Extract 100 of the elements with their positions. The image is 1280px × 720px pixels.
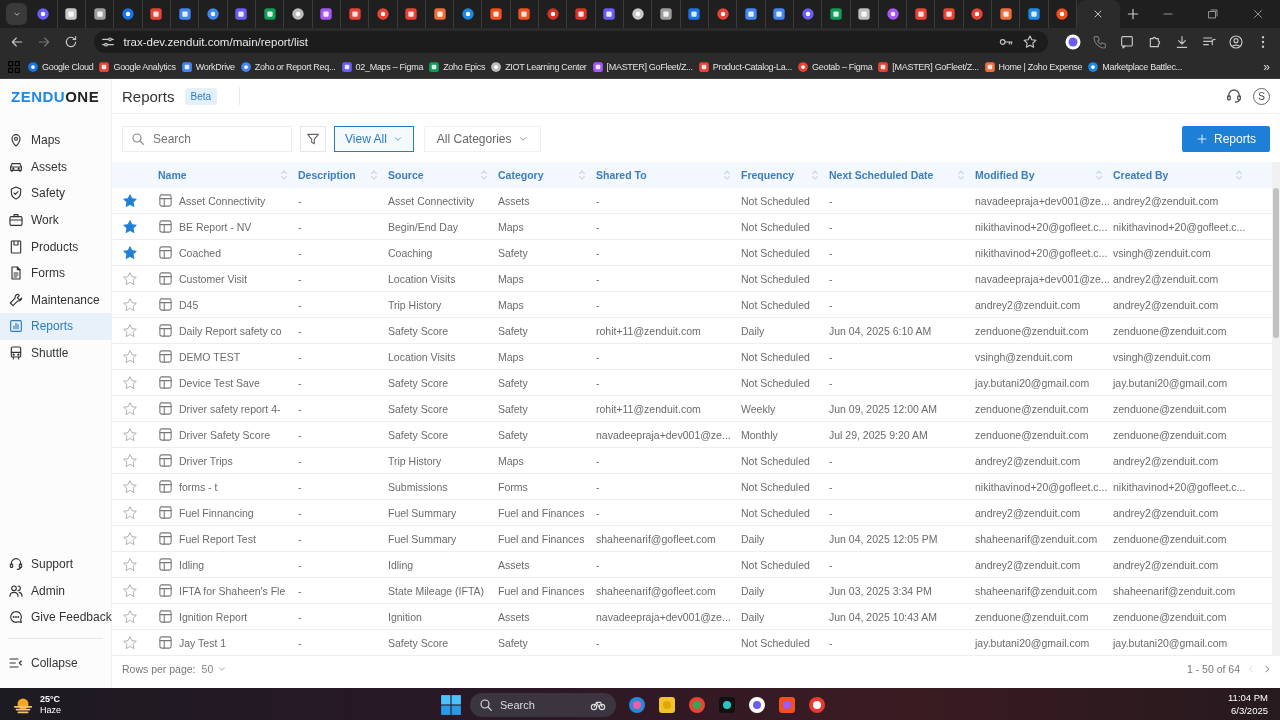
table-cell-text: - — [829, 298, 834, 311]
star-icon[interactable] — [122, 426, 138, 443]
star-icon[interactable] — [122, 452, 138, 469]
table-icon — [158, 375, 173, 390]
view-dropdown[interactable]: View All — [334, 126, 414, 152]
sidebar-item[interactable]: Shuttle — [0, 339, 111, 367]
table-cell-text: - — [829, 194, 834, 207]
sidebar-item[interactable]: Work — [0, 206, 111, 234]
star-icon[interactable] — [122, 400, 138, 417]
add-report-button[interactable]: Reports — [1181, 126, 1270, 152]
table-cell-text: Jun 04, 2025 10:43 AM — [829, 610, 938, 623]
star-icon[interactable] — [122, 348, 138, 365]
briefcase-icon — [8, 212, 24, 229]
column-header[interactable]: Frequency — [741, 169, 795, 181]
star-icon[interactable] — [122, 582, 138, 599]
scrollbar[interactable] — [1272, 162, 1280, 656]
star-icon[interactable] — [122, 530, 138, 547]
star-icon[interactable] — [122, 504, 138, 521]
site-icon — [913, 7, 928, 21]
bookmark-link[interactable]: [MASTER] GoFleet/Z... — [591, 61, 693, 73]
star-icon[interactable] — [122, 270, 138, 287]
bookmark-link[interactable]: Zoho or Report Req... — [239, 61, 336, 73]
restore-icon[interactable] — [1206, 8, 1219, 20]
table-icon — [158, 635, 173, 650]
more-bookmarks[interactable]: » — [1263, 60, 1274, 74]
table-cell-text: zenduone@zenduit.com — [1113, 610, 1228, 623]
chat-icon[interactable] — [1119, 34, 1136, 50]
bookmark-link[interactable]: Marketplace Battlec... — [1087, 61, 1183, 73]
table-cell-text: Not Scheduled — [741, 376, 811, 389]
close-icon[interactable] — [1251, 8, 1264, 20]
sidebar-item[interactable]: Products — [0, 233, 111, 260]
bookmark-link[interactable]: Product-Catalog-La... — [697, 61, 792, 73]
star-icon[interactable] — [122, 218, 138, 235]
bookmark-star-icon[interactable] — [1022, 34, 1039, 50]
filter-button[interactable] — [300, 126, 326, 152]
table-cell-text: - — [596, 506, 601, 519]
phone-icon[interactable] — [1092, 34, 1109, 50]
table-cell-text: Maps — [498, 298, 525, 311]
site-icon — [659, 7, 673, 21]
table-cell-text: Ignition — [388, 610, 423, 623]
taskbar-search-field[interactable]: Search — [470, 692, 616, 717]
column-header[interactable]: Description — [298, 169, 356, 181]
table-cell-text: Asset Connectivity — [388, 194, 476, 207]
table-icon — [158, 479, 173, 494]
rows-per-page-select[interactable]: 50 — [201, 663, 228, 675]
table-cell-text: jay.butani20@gmail.com — [1113, 636, 1229, 649]
star-icon[interactable] — [122, 634, 138, 651]
bookmark-link[interactable]: 02_Maps – Figma — [340, 61, 424, 73]
chevron-down-icon — [392, 134, 403, 144]
star-icon[interactable] — [122, 296, 138, 313]
column-header[interactable]: Category — [498, 169, 544, 181]
start-icon[interactable] — [440, 693, 462, 716]
sidebar-item[interactable]: Reports — [0, 313, 111, 340]
sidebar-item[interactable]: Maintenance — [0, 286, 111, 314]
category-dropdown[interactable]: All Categories — [423, 126, 541, 152]
headset-icon[interactable] — [1225, 87, 1243, 105]
star-icon[interactable] — [122, 478, 138, 495]
sidebar-item[interactable]: Admin — [0, 577, 111, 604]
sidebar-item[interactable]: Assets — [0, 153, 111, 181]
table-cell-text: - — [596, 376, 601, 389]
address-bar[interactable]: trax-dev.zenduit.com/main/report/list — [93, 31, 1049, 53]
column-header[interactable]: Source — [388, 169, 424, 181]
table-cell-text: jay.butani20@gmail.com — [975, 636, 1091, 649]
sidebar-item[interactable]: Forms — [0, 259, 111, 287]
profile-icon[interactable] — [1228, 34, 1245, 50]
site-icon — [149, 7, 164, 21]
column-header[interactable]: Next Scheduled Date — [829, 169, 934, 181]
site-icon — [772, 7, 787, 21]
star-icon[interactable] — [122, 556, 138, 573]
site-icon — [591, 61, 604, 73]
search-field[interactable]: Search — [122, 126, 292, 152]
star-icon[interactable] — [122, 244, 138, 261]
bookmark-link[interactable]: Google Cloud — [27, 61, 94, 73]
sidebar-item[interactable]: Maps — [0, 127, 111, 154]
bookmark-link[interactable]: Zoho Epics — [428, 61, 486, 73]
star-icon[interactable] — [122, 608, 138, 625]
table-icon — [158, 297, 173, 312]
column-header[interactable]: Name — [158, 169, 187, 181]
table-cell-text: - — [829, 558, 834, 571]
bookmark-link[interactable]: [MASTER] GoFleet/Z... — [877, 61, 979, 73]
bookmark-link[interactable]: ZIOT Learning Center — [490, 61, 587, 73]
column-header[interactable]: Created By — [1113, 169, 1169, 181]
bookmark-link[interactable]: Home | Zoho Expense — [983, 61, 1083, 73]
table-cell: Driver Safety Score — [179, 428, 271, 441]
table-cell-text: navadeepraja+dev001@ze... — [596, 428, 732, 441]
table-cell-text: Not Scheduled — [741, 272, 811, 285]
bookmark-link[interactable]: Geotab – Figma — [797, 61, 873, 73]
collapse-button[interactable]: Collapse — [0, 649, 111, 676]
star-icon[interactable] — [122, 374, 138, 391]
bookmark-link[interactable]: Google Analytics — [98, 61, 176, 73]
star-icon[interactable] — [122, 192, 138, 209]
bookmark-link[interactable]: WorkDrive — [180, 61, 235, 73]
sidebar-item[interactable]: Support — [0, 550, 111, 578]
sidebar-item[interactable]: Safety — [0, 180, 111, 207]
extension-icon[interactable] — [1065, 34, 1082, 50]
sidebar-item[interactable]: Give Feedback — [0, 603, 111, 631]
table-cell-text: - — [596, 480, 601, 493]
column-header[interactable]: Modified By — [975, 169, 1035, 181]
column-header[interactable]: Shared To — [596, 169, 647, 181]
star-icon[interactable] — [122, 322, 138, 339]
